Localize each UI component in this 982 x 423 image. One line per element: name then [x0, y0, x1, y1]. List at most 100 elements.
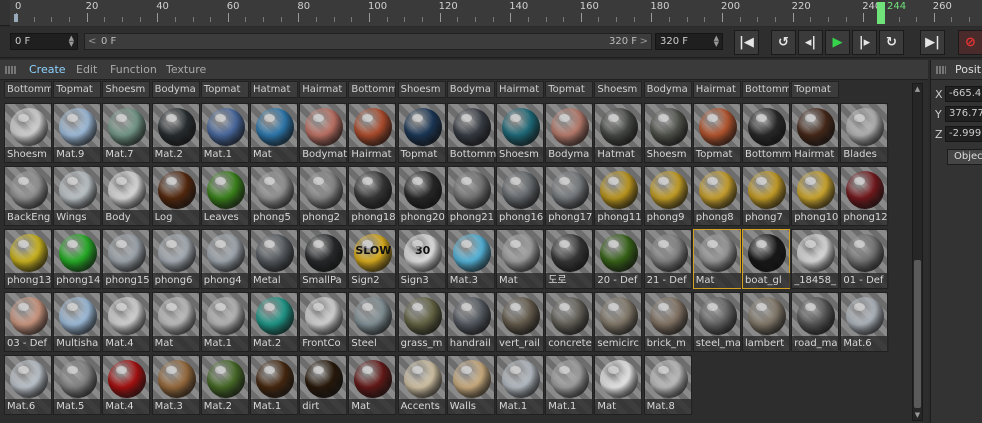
material-tile[interactable]: 21 - Def: [643, 229, 693, 289]
material-tile[interactable]: Mat.6: [840, 292, 890, 352]
material-tile[interactable]: Mat.2: [151, 103, 201, 163]
material-tile[interactable]: phong10: [791, 166, 841, 226]
material-tile-label[interactable]: Hatmat: [250, 81, 298, 98]
material-tile[interactable]: brick_m: [643, 292, 693, 352]
material-tile-label[interactable]: Shoesm: [594, 81, 643, 98]
material-tile[interactable]: Leaves: [200, 166, 250, 226]
position-y-field[interactable]: 376.77: [945, 106, 982, 122]
material-tile[interactable]: Mat.9: [53, 103, 103, 163]
material-tile[interactable]: phong7: [742, 166, 791, 226]
material-tile[interactable]: phong8: [692, 166, 742, 226]
scroll-down-icon[interactable]: ▼: [913, 410, 922, 420]
material-tile[interactable]: boat_gl: [742, 229, 791, 289]
material-tile[interactable]: Shoesm: [496, 103, 545, 163]
material-tile[interactable]: Mat.1: [250, 355, 299, 415]
material-tile[interactable]: Hairmat: [348, 103, 398, 163]
material-tile[interactable]: Mat.7: [102, 103, 152, 163]
material-tile[interactable]: Hatmat: [594, 103, 644, 163]
material-tile[interactable]: Bottomm: [742, 103, 791, 163]
material-tile[interactable]: phong14: [53, 229, 103, 289]
material-tile[interactable]: Body: [102, 166, 152, 226]
material-tile[interactable]: Mat.1: [200, 103, 250, 163]
material-tile[interactable]: phong4: [200, 229, 250, 289]
material-tile[interactable]: BackEng: [4, 166, 53, 226]
current-frame-field[interactable]: 0 F ▲ ▼: [10, 33, 78, 50]
material-tile[interactable]: 도로: [545, 229, 595, 289]
material-tile[interactable]: SLOW Sign2: [348, 229, 398, 289]
material-tile-label[interactable]: Bottomm: [742, 81, 790, 98]
material-tile[interactable]: Mat.4: [102, 355, 152, 415]
material-tile[interactable]: Metal: [250, 229, 299, 289]
material-tile[interactable]: phong18: [348, 166, 398, 226]
range-left-arrow-icon[interactable]: <: [88, 34, 96, 49]
material-tile[interactable]: phong6: [151, 229, 201, 289]
material-tile[interactable]: dirt: [299, 355, 349, 415]
material-tile[interactable]: Accents: [397, 355, 447, 415]
menu-edit[interactable]: Edit: [76, 63, 97, 76]
range-start-marker[interactable]: [14, 14, 18, 22]
previous-frame-button[interactable]: ◂|: [798, 30, 823, 55]
material-tile-label[interactable]: Bottomm: [4, 81, 52, 98]
material-tile[interactable]: Walls: [446, 355, 496, 415]
material-tile[interactable]: phong9: [643, 166, 693, 226]
material-tile[interactable]: Bodymat: [299, 103, 349, 163]
material-tile[interactable]: Mat: [151, 292, 201, 352]
material-tile[interactable]: steel_ma: [692, 292, 742, 352]
material-scrollbar[interactable]: ▲ ▼: [912, 83, 923, 421]
material-tile-label[interactable]: Bodyma: [151, 81, 200, 98]
material-tile[interactable]: Mat: [348, 355, 398, 415]
material-tile-label[interactable]: Bottomm: [348, 81, 397, 98]
material-tile[interactable]: road_ma: [791, 292, 841, 352]
material-tile[interactable]: Hairmat: [791, 103, 841, 163]
material-tile[interactable]: Multisha: [53, 292, 103, 352]
material-tile[interactable]: Bodyma: [545, 103, 595, 163]
material-tile[interactable]: Log: [151, 166, 201, 226]
material-tile[interactable]: Mat.1: [496, 355, 545, 415]
preview-range-slider[interactable]: < 0 F 320 F >: [84, 33, 652, 50]
previous-key-button[interactable]: ↺: [771, 30, 796, 55]
material-tile[interactable]: Mat.1: [545, 355, 595, 415]
material-tile[interactable]: Shoesm: [4, 103, 53, 163]
material-tile[interactable]: Mat.2: [250, 292, 299, 352]
material-tile-label[interactable]: Shoesm: [102, 81, 151, 98]
material-tile[interactable]: lambert: [742, 292, 791, 352]
material-tile[interactable]: phong5: [250, 166, 299, 226]
material-tile[interactable]: grass_m: [397, 292, 447, 352]
material-tile[interactable]: phong16: [496, 166, 545, 226]
material-tile-label[interactable]: Bodyma: [643, 81, 692, 98]
scroll-up-icon[interactable]: ▲: [913, 84, 922, 94]
next-key-button[interactable]: ↻: [879, 30, 904, 55]
material-tile-label[interactable]: Hairmat: [692, 81, 741, 98]
panel-grip-icon[interactable]: [5, 66, 17, 74]
position-x-field[interactable]: -665.4: [945, 86, 982, 102]
material-tile[interactable]: Bottomm: [446, 103, 496, 163]
material-tile[interactable]: _18458_: [791, 229, 841, 289]
play-button[interactable]: ▶: [825, 30, 850, 55]
material-tile[interactable]: Mat.1: [200, 292, 250, 352]
material-tile[interactable]: Mat.6: [4, 355, 53, 415]
material-tile[interactable]: phong21: [446, 166, 496, 226]
menu-texture[interactable]: Texture: [166, 63, 206, 76]
panel-grip-icon[interactable]: [936, 66, 946, 74]
material-tile[interactable]: phong2: [299, 166, 349, 226]
material-tile[interactable]: Mat.5: [53, 355, 103, 415]
material-tile[interactable]: Topmat: [692, 103, 742, 163]
menu-function[interactable]: Function: [110, 63, 157, 76]
material-tile[interactable]: 30 Sign3: [397, 229, 447, 289]
material-tile[interactable]: Mat: [692, 229, 742, 289]
next-frame-button[interactable]: |▸: [852, 30, 877, 55]
material-tile[interactable]: phong12: [840, 166, 890, 226]
material-tile[interactable]: phong17: [545, 166, 595, 226]
material-tile[interactable]: Mat: [594, 355, 644, 415]
material-tile[interactable]: phong20: [397, 166, 447, 226]
current-frame-marker[interactable]: [877, 2, 885, 24]
material-tile-label[interactable]: Bodyma: [446, 81, 495, 98]
material-tile[interactable]: Topmat: [397, 103, 447, 163]
material-tile[interactable]: phong11: [594, 166, 644, 226]
material-tile-label[interactable]: Topmat: [200, 81, 249, 98]
material-tile[interactable]: FrontCo: [299, 292, 349, 352]
material-tile[interactable]: phong13: [4, 229, 53, 289]
material-tile[interactable]: SmallPa: [299, 229, 349, 289]
material-tile[interactable]: Steel: [348, 292, 398, 352]
material-tile[interactable]: Mat.3: [446, 229, 496, 289]
